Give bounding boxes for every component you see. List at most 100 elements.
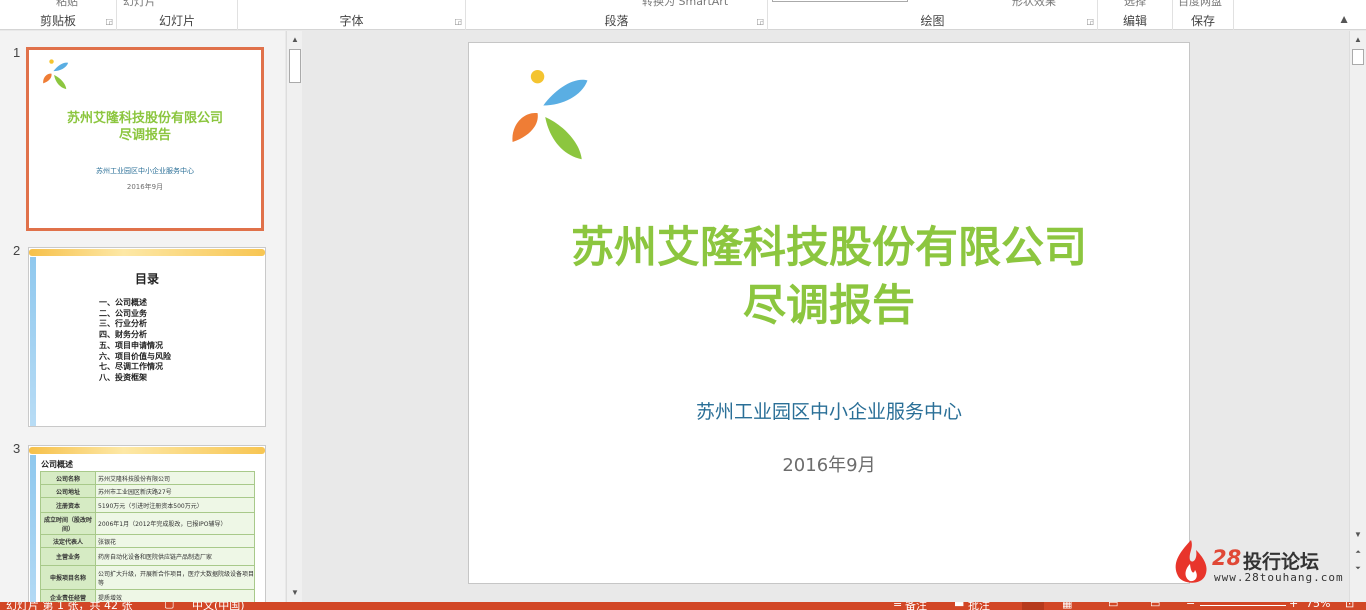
toc-list: 一、公司概述 二、公司业务 三、行业分析 四、财务分析 五、项目申请情况 六、项… [99, 298, 171, 384]
ribbon-group-label: 剪贴板 [39, 14, 76, 28]
forum-watermark: 28 投行论坛 www.28touhang.com [1170, 538, 1350, 588]
decorative-stripe [29, 249, 265, 256]
scrollbar-thumb[interactable] [289, 49, 301, 83]
ribbon-group-clipboard: 粘贴 剪贴板 ◲ [0, 0, 117, 30]
shape-gallery[interactable] [772, 0, 908, 2]
toc-item: 四、财务分析 [99, 330, 147, 340]
fit-slide-icon[interactable]: ⊡ [1345, 602, 1354, 610]
toc-item: 七、尽调工作情况 [99, 362, 163, 372]
table-row: 公司名称 苏州艾隆科技股份有限公司 [40, 471, 255, 485]
current-slide[interactable]: 苏州艾隆科技股份有限公司 尽调报告 苏州工业园区中小企业服务中心 2016年9月 [468, 42, 1190, 584]
company-logo-icon [512, 69, 588, 160]
select-label[interactable]: 选择 [1124, 0, 1146, 9]
toc-item: 三、行业分析 [99, 319, 147, 329]
dialog-launcher-icon[interactable]: ◲ [756, 17, 764, 26]
table-row: 公司地址 苏州市工业园区新庆路27号 [40, 484, 255, 498]
thumb-date: 2016年9月 [126, 183, 164, 191]
thumb-subtitle: 苏州工业园区中小企业服务中心 [96, 167, 194, 175]
ribbon-group-label: 字体 [339, 14, 364, 28]
watermark-name: 投行论坛 [1243, 551, 1320, 573]
thumbnail-scrollbar[interactable]: ▲ ▼ [286, 31, 302, 602]
slide-thumbnail-1[interactable]: 苏州艾隆科技股份有限公司 尽调报告 苏州工业园区中小企业服务中心 2016年9月 [26, 47, 264, 231]
editor-scrollbar[interactable]: ▲ ▼ ⏶ ⏷ [1349, 31, 1366, 602]
ribbon-group-label: 编辑 [1122, 14, 1147, 28]
toc-item: 五、项目申请情况 [99, 340, 163, 350]
thumb-title: 苏州艾隆科技股份有限公司 尽调报告 [66, 111, 223, 143]
baidu-pan-label[interactable]: 百度网盘 [1178, 0, 1222, 9]
slide-date[interactable]: 2016年9月 [469, 451, 1189, 477]
toc-heading: 目录 [134, 272, 159, 286]
powerpoint-window: 粘贴 剪贴板 ◲ 幻灯片 幻灯片 字体 ◲ 转换为 SmartArt 段落 ◲ … [0, 0, 1366, 610]
ribbon: 粘贴 剪贴板 ◲ 幻灯片 幻灯片 字体 ◲ 转换为 SmartArt 段落 ◲ … [0, 0, 1366, 30]
smartart-label[interactable]: 转换为 SmartArt [642, 0, 728, 9]
language-indicator[interactable]: 中文(中国) [192, 602, 245, 610]
previous-slide-icon[interactable]: ⏶ [1350, 546, 1366, 560]
slideshow-icon[interactable]: ▭ [1150, 602, 1160, 610]
dialog-launcher-icon[interactable]: ◲ [105, 17, 113, 26]
table-row: 成立时间（股改时间） 2006年1月（2012年完成股改，已报IPO辅导） [40, 512, 255, 535]
zoom-level[interactable]: 75% [1306, 602, 1330, 610]
toc-item: 六、项目价值与风险 [99, 351, 171, 361]
comments-icon[interactable]: ▬ [954, 602, 964, 610]
scroll-down-icon[interactable]: ▼ [1350, 528, 1366, 542]
thumbnail-number: 2 [13, 243, 21, 258]
toc-item: 八、投资框架 [99, 372, 147, 382]
spellcheck-icon[interactable]: ▢ [164, 602, 174, 610]
ribbon-group-label: 保存 [1190, 14, 1215, 28]
scrollbar-thumb[interactable] [1352, 49, 1364, 65]
dialog-launcher-icon[interactable]: ◲ [1086, 17, 1094, 26]
ribbon-group-label: 段落 [604, 14, 629, 28]
shape-effects-label[interactable]: 形状效果 [1012, 0, 1056, 9]
comments-button[interactable]: 批注 [968, 602, 990, 610]
flame-logo-icon [1175, 540, 1207, 583]
zoom-in-icon[interactable]: + [1289, 602, 1298, 610]
slide-editor[interactable]: 苏州艾隆科技股份有限公司 尽调报告 苏州工业园区中小企业服务中心 2016年9月 [303, 31, 1348, 602]
toc-item: 二、公司业务 [99, 308, 147, 318]
ribbon-group-slides: 幻灯片 幻灯片 [117, 0, 238, 30]
overview-heading: 公司概述 [41, 460, 73, 469]
paste-label[interactable]: 粘贴 [56, 0, 78, 9]
ribbon-group-font: 字体 ◲ [238, 0, 466, 30]
dialog-launcher-icon[interactable]: ◲ [454, 17, 462, 26]
ribbon-group-label: 幻灯片 [158, 14, 195, 28]
slide-title[interactable]: 苏州艾隆科技股份有限公司 尽调报告 [469, 219, 1189, 335]
slide-thumbnail-pane[interactable]: 1 苏州艾隆科技股份有限公司 尽调报告 苏州工业园区中小企业服务中心 2016年… [0, 31, 285, 602]
collapse-ribbon-icon[interactable]: ▲ [1338, 12, 1350, 26]
next-slide-icon[interactable]: ⏷ [1350, 562, 1366, 576]
slide-thumbnail-3[interactable]: 公司概述 公司名称 苏州艾隆科技股份有限公司 公司地址 苏州市工业园区新庆路27号 … [28, 445, 266, 602]
decorative-side-bar [30, 455, 36, 602]
ribbon-group-label: 绘图 [920, 14, 945, 28]
scroll-up-icon[interactable]: ▲ [1350, 33, 1366, 47]
normal-view-icon[interactable] [1022, 602, 1044, 610]
table-row: 申报项目名称 公司扩大升级，开展新合作项目，医疗大数据院级设备项目等 [40, 565, 255, 590]
watermark-number: 28 [1212, 546, 1242, 570]
table-row: 法定代表人 张银花 [40, 534, 255, 548]
decorative-stripe [29, 447, 265, 454]
ribbon-group-drawing: 形状效果 绘图 ◲ [768, 0, 1098, 30]
watermark-url: www.28touhang.com [1214, 571, 1344, 584]
notes-button[interactable]: 备注 [905, 602, 927, 610]
ribbon-group-save: 百度网盘 保存 [1173, 0, 1234, 30]
slide-thumbnail-2[interactable]: 目录 一、公司概述 二、公司业务 三、行业分析 四、财务分析 五、项目申请情况 … [28, 247, 266, 427]
ribbon-group-edit: 选择 编辑 [1098, 0, 1173, 30]
new-slide-label[interactable]: 幻灯片 [123, 0, 156, 9]
scroll-down-icon[interactable]: ▼ [287, 586, 303, 600]
slide-sorter-icon[interactable]: ▦ [1062, 602, 1072, 610]
thumbnail-number: 3 [13, 441, 21, 456]
thumbnail-number: 1 [13, 45, 21, 60]
status-bar: 幻灯片 第 1 张，共 42 张 ▢ 中文(中国) ≡ 备注 ▬ 批注 ▦ ▭ … [0, 602, 1366, 610]
zoom-slider[interactable] [1200, 605, 1286, 606]
table-row: 注册资本 5190万元（引进时注册资本500万元） [40, 497, 255, 513]
company-logo-icon [43, 59, 69, 90]
table-row: 企业责任经营 提质增效 [40, 589, 255, 602]
ribbon-group-paragraph: 转换为 SmartArt 段落 ◲ [466, 0, 768, 30]
notes-icon[interactable]: ≡ [893, 602, 902, 610]
scroll-up-icon[interactable]: ▲ [287, 33, 303, 47]
slide-subtitle[interactable]: 苏州工业园区中小企业服务中心 [469, 397, 1189, 424]
slide-count: 幻灯片 第 1 张，共 42 张 [6, 602, 133, 610]
toc-item: 一、公司概述 [99, 298, 147, 307]
table-row: 主营业务 药房自动化设备和医院供应链产品制造厂家 [40, 547, 255, 566]
zoom-out-icon[interactable]: − [1186, 602, 1195, 610]
overview-table: 公司名称 苏州艾隆科技股份有限公司 公司地址 苏州市工业园区新庆路27号 注册资本 5… [40, 471, 255, 602]
reading-view-icon[interactable]: ▭ [1108, 602, 1118, 610]
